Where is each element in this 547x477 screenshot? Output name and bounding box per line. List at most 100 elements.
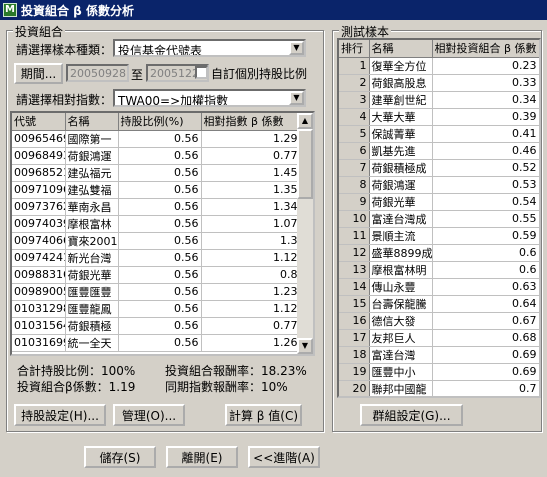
cell-name[interactable]: 荷銀積極 [65, 317, 119, 335]
scroll-thumb[interactable] [297, 129, 313, 199]
table-row[interactable]: 00974066 寶來2001 0.56 1.3 [12, 232, 301, 250]
cell-rank[interactable]: 7 [339, 159, 370, 177]
cell-ratio[interactable]: 0.56 [118, 181, 202, 199]
list-item[interactable]: 18 富達台灣 0.69 [339, 346, 539, 364]
cell-code[interactable]: 00989005 [12, 283, 66, 301]
cell-ratio[interactable]: 0.56 [118, 147, 202, 165]
cell-rank[interactable]: 16 [339, 312, 370, 330]
cell-sample-name[interactable]: 復華全方位 [369, 57, 433, 75]
cell-rank[interactable]: 19 [339, 363, 370, 381]
list-item[interactable]: 6 凱基先進 0.46 [339, 142, 539, 160]
cell-rank[interactable]: 18 [339, 346, 370, 364]
cell-sample-name[interactable]: 傳山永豐 [369, 278, 433, 296]
custom-ratio-checkbox[interactable] [195, 66, 208, 79]
leave-button[interactable]: 離開(E) [166, 446, 238, 468]
cell-relative-beta[interactable]: 0.52 [432, 159, 539, 177]
portfolio-scrollbar[interactable]: ▲ ▼ [297, 113, 313, 354]
cell-code[interactable]: 00968493 [12, 147, 66, 165]
cell-name[interactable]: 建弘福元 [65, 164, 119, 182]
cell-rank[interactable]: 13 [339, 261, 370, 279]
cell-rank[interactable]: 4 [339, 108, 370, 126]
cell-rank[interactable]: 6 [339, 142, 370, 160]
list-item[interactable]: 9 荷銀光華 0.54 [339, 193, 539, 211]
cell-relative-beta[interactable]: 0.39 [432, 108, 539, 126]
cell-sample-name[interactable]: 荷銀高股息 [369, 74, 433, 92]
cell-rank[interactable]: 11 [339, 227, 370, 245]
cell-beta[interactable]: 1.23 [201, 283, 301, 301]
cell-relative-beta[interactable]: 0.6 [432, 261, 539, 279]
portfolio-table[interactable]: 代號 名稱 持股比例(%) 相對指數 β 係數 00965469 國際第一 0.56… [10, 111, 315, 356]
cell-name[interactable]: 匯豐龍鳳 [65, 300, 119, 318]
cell-relative-beta[interactable]: 0.46 [432, 142, 539, 160]
list-item[interactable]: 2 荷銀高股息 0.33 [339, 74, 539, 92]
col-beta[interactable]: 相對指數 β 係數 [201, 113, 301, 131]
cell-code[interactable]: 01031699 [12, 334, 66, 352]
cell-sample-name[interactable]: 建華創世紀 [369, 91, 433, 109]
cell-sample-name[interactable]: 荷銀光華 [369, 193, 433, 211]
list-item[interactable]: 4 大華大華 0.39 [339, 108, 539, 126]
cell-name[interactable]: 荷銀鴻運 [65, 147, 119, 165]
chevron-down-icon[interactable]: ▼ [289, 91, 304, 105]
list-item[interactable]: 11 景順主流 0.59 [339, 227, 539, 245]
cell-relative-beta[interactable]: 0.33 [432, 74, 539, 92]
cell-name[interactable]: 摩根富林 [65, 215, 119, 233]
cell-code[interactable]: 00974039 [12, 215, 66, 233]
col-relative-beta[interactable]: 相對投資組合 β 係數 [432, 40, 539, 58]
table-row[interactable]: 00974039 摩根富林 0.56 1.07 [12, 215, 301, 233]
cell-beta[interactable]: 0.77 [201, 147, 301, 165]
cell-name[interactable]: 匯豐匯豐 [65, 283, 119, 301]
cell-beta[interactable]: 1.12 [201, 300, 301, 318]
cell-code[interactable]: 01031298 [12, 300, 66, 318]
list-item[interactable]: 13 摩根富林明 0.6 [339, 261, 539, 279]
cell-rank[interactable]: 17 [339, 329, 370, 347]
cell-code[interactable]: 00973762 [12, 198, 66, 216]
col-code[interactable]: 代號 [12, 113, 66, 131]
cell-name[interactable]: 新光台灣 [65, 249, 119, 267]
list-item[interactable]: 5 保誠菁華 0.41 [339, 125, 539, 143]
chevron-down-icon[interactable]: ▼ [289, 41, 304, 55]
cell-beta[interactable]: 1.45 [201, 164, 301, 182]
group-settings-button[interactable]: 群組設定(G)... [360, 404, 463, 426]
cell-beta[interactable]: 1.35 [201, 181, 301, 199]
list-item[interactable]: 3 建華創世紀 0.34 [339, 91, 539, 109]
list-item[interactable]: 8 荷銀鴻運 0.53 [339, 176, 539, 194]
cell-relative-beta[interactable]: 0.59 [432, 227, 539, 245]
cell-ratio[interactable]: 0.56 [118, 266, 202, 284]
table-row[interactable]: 00988316 荷銀光華 0.56 0.8 [12, 266, 301, 284]
cell-sample-name[interactable]: 富達台灣 [369, 346, 433, 364]
cell-beta[interactable]: 1.3 [201, 232, 301, 250]
cell-relative-beta[interactable]: 0.7 [432, 380, 539, 396]
period-button[interactable]: 期間... [14, 63, 63, 84]
table-row[interactable]: 00971096 建弘雙福 0.56 1.35 [12, 181, 301, 199]
cell-beta[interactable]: 0.77 [201, 317, 301, 335]
cell-name[interactable]: 國際第一 [65, 130, 119, 148]
date-start-field[interactable]: 20050928 [66, 64, 129, 82]
cell-sample-name[interactable]: 大華大華 [369, 108, 433, 126]
cell-sample-name[interactable]: 台壽保龍騰 [369, 295, 433, 313]
cell-code[interactable]: 00968521 [12, 164, 66, 182]
cell-name[interactable]: 寶來2001 [65, 232, 119, 250]
list-item[interactable]: 7 荷銀積極成 0.52 [339, 159, 539, 177]
cell-relative-beta[interactable]: 0.69 [432, 363, 539, 381]
cell-ratio[interactable]: 0.56 [118, 215, 202, 233]
cell-sample-name[interactable]: 景順主流 [369, 227, 433, 245]
cell-relative-beta[interactable]: 0.54 [432, 193, 539, 211]
list-item[interactable]: 12 盛華8899成 0.6 [339, 244, 539, 262]
cell-sample-name[interactable]: 凱基先進 [369, 142, 433, 160]
cell-relative-beta[interactable]: 0.63 [432, 278, 539, 296]
cell-ratio[interactable]: 0.56 [118, 232, 202, 250]
cell-rank[interactable]: 2 [339, 74, 370, 92]
cell-relative-beta[interactable]: 0.23 [432, 57, 539, 75]
cell-beta[interactable]: 1.07 [201, 215, 301, 233]
advanced-button[interactable]: <<進階(A) [248, 446, 320, 468]
cell-sample-name[interactable]: 友邦巨人 [369, 329, 433, 347]
table-row[interactable]: 01031699 統一全天 0.56 1.26 [12, 334, 301, 352]
cell-rank[interactable]: 9 [339, 193, 370, 211]
cell-relative-beta[interactable]: 0.68 [432, 329, 539, 347]
table-row[interactable]: 00968493 荷銀鴻運 0.56 0.77 [12, 147, 301, 165]
col-rank[interactable]: 排行 [339, 40, 370, 58]
cell-rank[interactable]: 14 [339, 278, 370, 296]
list-item[interactable]: 15 台壽保龍騰 0.64 [339, 295, 539, 313]
manage-button[interactable]: 管理(O)... [113, 404, 185, 426]
scroll-down-icon[interactable]: ▼ [297, 338, 313, 354]
